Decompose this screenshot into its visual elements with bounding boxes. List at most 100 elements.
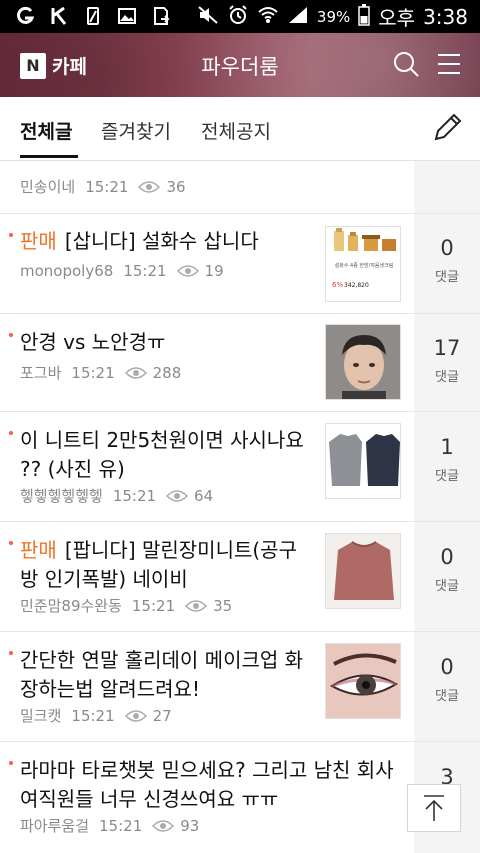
post-time: 15:21 [99,816,143,835]
scroll-to-top-button[interactable] [407,784,461,832]
post-time: 15:21 [131,596,176,615]
comment-column [414,161,480,213]
gallery-icon [116,5,138,27]
list-item[interactable]: 1 댓글 이 니트티 2만5천원이면 사시나요 ?? (사진 유) 헿헿헿헿헿헿… [0,412,480,522]
comment-column[interactable]: 17 댓글 [414,314,480,411]
comment-label: 댓글 [435,469,459,484]
arrow-up-icon [424,795,444,821]
eye-icon [138,180,161,193]
post-author: 민준맘89수완동 [20,597,122,615]
post-meta: 포그바 15:21 288 [20,362,181,383]
eye-icon [185,599,208,612]
signal-icon [287,5,309,29]
post-title: 간단한 연말 홀리데이 메이크업 화장하는법 알려드려요! [20,648,304,701]
post-meta: 밀크캣 15:21 27 [20,705,172,726]
post-meta: 헿헿헿헿헿헿 15:21 64 [20,485,213,506]
post-title: 판매 [삽니다] 설화수 삽니다 [20,229,259,253]
post-meta: 민송이네 15:21 36 [20,176,186,197]
post-time: 15:21 [71,706,115,725]
view-count: 64 [166,487,213,505]
view-count: 36 [138,178,186,196]
post-author: 민송이네 [20,178,76,196]
tab-favorites[interactable]: 즐겨찾기 [101,117,171,144]
active-tab-indicator [20,155,78,158]
post-list: 민송이네 15:21 36 0 댓글 판매 [삽니다] 설화수 삽니다 monop… [0,161,480,853]
document-icon [150,5,172,27]
new-post-dot [9,431,13,435]
post-meta: 파아루움걸 15:21 93 [20,815,199,836]
new-post-dot [9,761,13,765]
list-item[interactable]: 0 댓글 판매 [팝니다] 말린장미니트(공구방 인기폭발) 네이비 민준맘89수… [0,522,480,632]
new-post-dot [9,233,13,237]
post-author: monopoly68 [20,262,114,280]
new-post-dot [9,541,13,545]
eye-icon [176,265,199,277]
tab-all-notices[interactable]: 전체공지 [201,117,271,144]
post-meta: 민준맘89수완동 15:21 35 [20,595,232,616]
post-time: 15:21 [85,177,129,196]
comment-count: 1 [440,435,454,459]
tab-bar: 전체글 즐겨찾기 전체공지 [0,97,480,161]
status-bar: 39% 오후 3:38 [0,0,480,33]
comment-count: 0 [440,236,454,260]
post-title: 안경 vs 노안경ㅠ [20,330,166,354]
svg-text:설화수 4종 한방/자음생크림: 설화수 4종 한방/자음생크림 [335,262,394,269]
post-author: 헿헿헿헿헿헿 [20,487,103,505]
list-item[interactable]: 17 댓글 안경 vs 노안경ㅠ 포그바 15:21 288 [0,314,480,412]
list-item[interactable]: 민송이네 15:21 36 [0,161,480,214]
post-time: 15:21 [112,486,157,505]
view-count: 35 [185,597,232,615]
post-thumbnail [325,324,401,400]
search-icon[interactable] [392,50,420,82]
list-item[interactable]: 0 댓글 간단한 연말 홀리데이 메이크업 화장하는법 알려드려요! 밀크캣 1… [0,632,480,742]
naver-cafe-logo[interactable]: N 카페 [20,52,87,79]
battery-icon [358,3,371,30]
eye-icon [124,709,147,722]
wifi-icon [257,5,279,29]
comment-label: 댓글 [435,370,459,385]
view-count: 27 [124,707,172,725]
post-thumbnail [325,423,401,499]
post-title: 라마마 타로챗봇 믿으세요? 그리고 남친 회사 여직원들 너무 신경쓰여요 ㅠ… [20,758,394,811]
view-count: 19 [176,262,224,280]
comment-column[interactable]: 0 댓글 [414,632,480,741]
post-title: 판매 [팝니다] 말린장미니트(공구방 인기폭발) 네이비 [20,538,297,591]
post-thumbnail: 설화수 4종 한방/자음생크림 6% 342,820 [325,226,401,302]
post-author: 포그바 [20,364,62,382]
svg-text:342,820: 342,820 [344,282,369,289]
post-time: 15:21 [123,262,167,280]
view-count: 288 [124,364,181,382]
comment-column[interactable]: 0 댓글 [414,214,480,313]
new-post-dot [9,651,13,655]
n-logo-icon: N [20,52,46,79]
list-item[interactable]: 0 댓글 판매 [삽니다] 설화수 삽니다 monopoly68 15:21 19… [0,214,480,314]
post-title: 이 니트티 2만5천원이면 사시나요 ?? (사진 유) [20,428,304,481]
comment-column[interactable]: 0 댓글 [414,522,480,631]
app-bar: N 카페 파우더룸 [0,33,480,97]
phone-icon [82,5,104,27]
comment-column[interactable]: 1 댓글 [414,412,480,521]
svg-text:6%: 6% [332,281,343,289]
post-thumbnail [325,533,401,609]
mute-icon [197,5,219,29]
post-time: 15:21 [71,363,115,382]
write-post-icon[interactable] [432,111,464,147]
tab-all-posts[interactable]: 전체글 [20,117,72,144]
view-count: 93 [152,817,199,835]
clock-time: 3:38 [423,4,468,29]
post-author: 파아루움걸 [20,817,90,835]
brand-name: 카페 [52,56,87,78]
comment-label: 댓글 [435,270,459,285]
comment-count: 17 [433,336,461,360]
battery-percent: 39% [316,7,351,26]
post-tag: 판매 [20,538,57,562]
comment-label: 댓글 [435,689,459,704]
menu-icon[interactable] [436,51,462,81]
alarm-icon [227,4,249,30]
clock-ampm: 오후 [378,6,416,30]
g-notification-icon [14,5,36,27]
comment-label: 댓글 [435,579,459,594]
eye-icon [152,819,175,832]
k-notification-icon [48,5,70,27]
eye-icon [166,489,189,502]
